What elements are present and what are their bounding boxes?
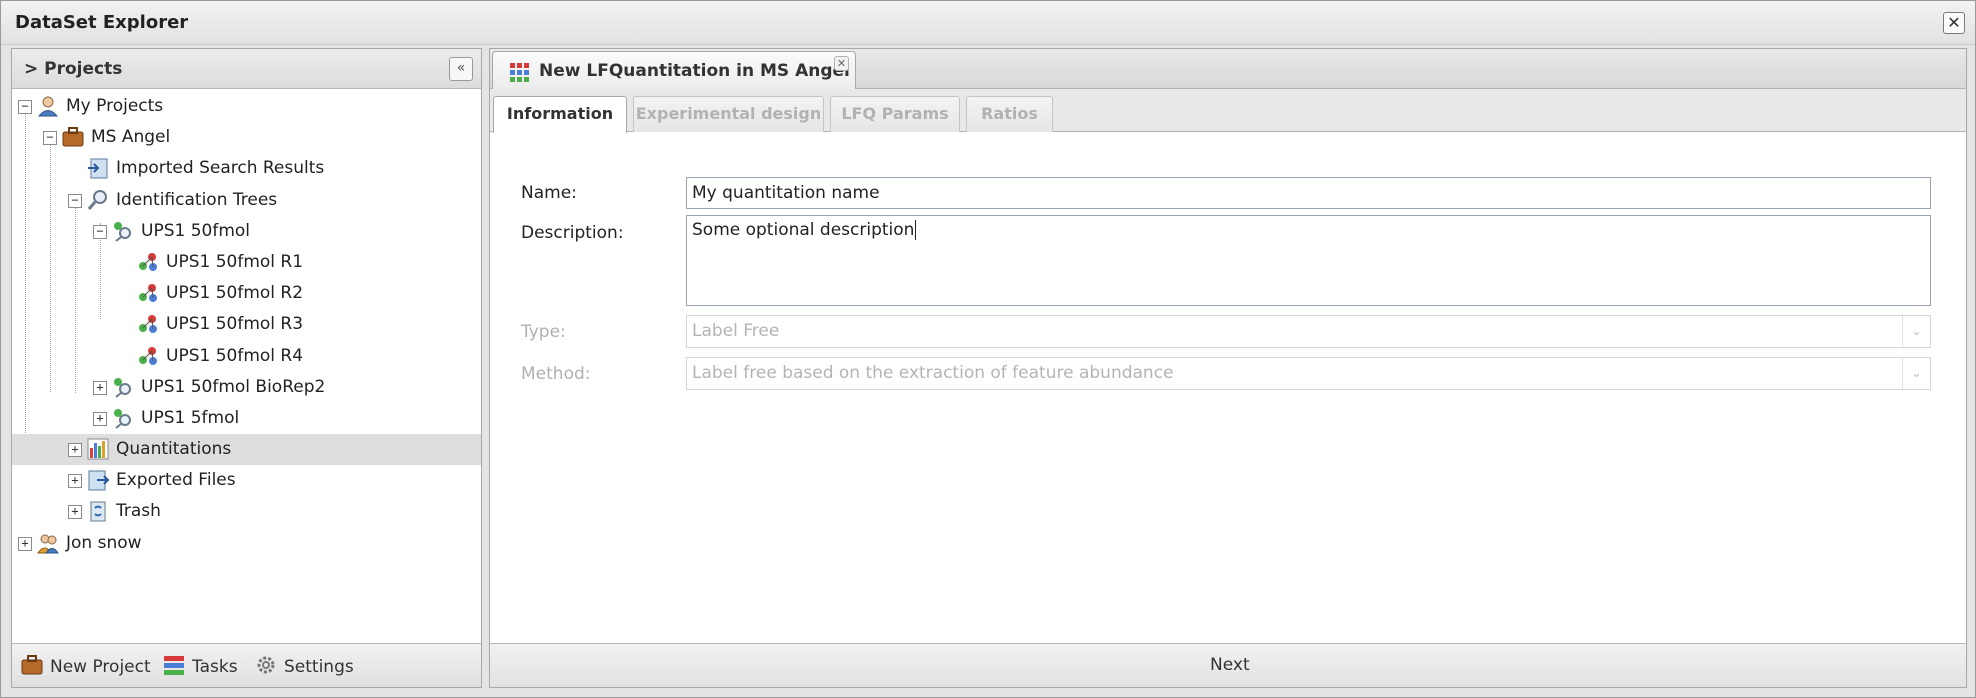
tab-lfq-params[interactable]: LFQ Params xyxy=(830,96,960,132)
tasks-button[interactable]: Tasks xyxy=(162,654,238,677)
grid-icon xyxy=(509,62,531,89)
window-titlebar: DataSet Explorer ✕ xyxy=(1,1,1975,45)
tree-node-ms-angel[interactable]: − MS Angel xyxy=(12,122,481,153)
dataset-search-icon xyxy=(111,407,135,431)
method-label: Method: xyxy=(521,364,591,384)
briefcase-icon xyxy=(61,126,85,150)
projects-header: > Projects « xyxy=(12,49,481,89)
collapse-toggle-icon[interactable]: − xyxy=(43,131,57,146)
tree-node-quantitations[interactable]: + Quantitations xyxy=(12,434,481,466)
expand-toggle-icon[interactable]: + xyxy=(18,536,32,551)
close-tab-icon[interactable]: ✕ xyxy=(834,56,849,71)
tree-node-trash[interactable]: + Trash xyxy=(12,496,481,527)
expand-toggle-icon[interactable]: + xyxy=(68,505,82,520)
molecule-icon xyxy=(136,313,160,337)
molecule-icon xyxy=(136,282,160,306)
wizard-tabs: Information Experimental design LFQ Para… xyxy=(490,89,1966,133)
document-tab-bar: New LFQuantitation in MS Angel ✕ xyxy=(490,49,1966,89)
name-label: Name: xyxy=(521,183,577,203)
briefcase-icon xyxy=(21,655,43,675)
document-panel: New LFQuantitation in MS Angel ✕ Informa… xyxy=(489,48,1967,688)
molecule-icon xyxy=(136,251,160,275)
tree-node-exported-files[interactable]: + Exported Files xyxy=(12,465,481,496)
project-tree: − My Projects − MS Angel Imported Search… xyxy=(12,91,481,639)
dataset-explorer-window: DataSet Explorer ✕ > Projects « − My Pro… xyxy=(0,0,1976,698)
magnifier-icon xyxy=(86,189,110,213)
bar-chart-icon xyxy=(86,438,110,462)
projects-panel: > Projects « − My Projects − MS Angel Im… xyxy=(11,48,482,688)
tab-information[interactable]: Information xyxy=(493,96,627,133)
tab-title: New LFQuantitation in MS Angel xyxy=(539,61,850,81)
molecule-icon xyxy=(136,345,160,369)
tree-node-jon-snow[interactable]: + Jon snow xyxy=(12,528,481,559)
tree-node-imported-search-results[interactable]: Imported Search Results xyxy=(12,153,481,184)
method-select[interactable]: Label free based on the extraction of fe… xyxy=(686,357,1931,390)
settings-button[interactable]: Settings xyxy=(254,654,354,677)
collapse-toggle-icon[interactable]: − xyxy=(18,100,32,114)
tree-node-ups1-50fmol-r4[interactable]: UPS1 50fmol R4 xyxy=(12,341,481,372)
tab-ratios[interactable]: Ratios xyxy=(966,96,1053,132)
trash-icon xyxy=(86,500,110,524)
tree-node-my-projects[interactable]: − My Projects xyxy=(12,91,481,122)
tree-node-ups1-5fmol[interactable]: + UPS1 5fmol xyxy=(12,403,481,434)
type-select[interactable]: Label Free ⌄ xyxy=(686,315,1931,348)
users-icon xyxy=(36,532,60,556)
tree-node-identification-trees[interactable]: − Identification Trees xyxy=(12,185,481,216)
collapse-toggle-icon[interactable]: − xyxy=(93,224,107,239)
new-project-button[interactable]: New Project xyxy=(20,654,151,677)
import-icon xyxy=(86,157,110,181)
projects-footer: New Project Tasks Settings xyxy=(12,643,481,687)
expand-toggle-icon[interactable]: + xyxy=(93,411,107,426)
chevron-down-icon[interactable]: ⌄ xyxy=(1902,358,1930,389)
tree-node-ups1-50fmol-r2[interactable]: UPS1 50fmol R2 xyxy=(12,278,481,309)
gear-icon xyxy=(257,656,275,674)
close-icon[interactable]: ✕ xyxy=(1943,12,1965,34)
tree-node-ups1-50fmol-biorep2[interactable]: + UPS1 50fmol BioRep2 xyxy=(12,372,481,403)
tree-node-ups1-50fmol-r3[interactable]: UPS1 50fmol R3 xyxy=(12,309,481,340)
tab-experimental-design[interactable]: Experimental design xyxy=(633,96,824,132)
collapse-panel-button[interactable]: « xyxy=(449,57,473,81)
window-title: DataSet Explorer xyxy=(15,12,189,33)
description-textarea[interactable]: Some optional description xyxy=(686,215,1931,306)
type-label: Type: xyxy=(521,322,566,342)
collapse-toggle-icon[interactable]: − xyxy=(68,193,82,208)
dataset-search-icon xyxy=(111,220,135,244)
wizard-footer: Next xyxy=(490,643,1966,687)
export-icon xyxy=(86,469,110,493)
name-input[interactable]: My quantitation name xyxy=(686,177,1931,209)
description-label: Description: xyxy=(521,223,624,243)
expand-toggle-icon[interactable]: + xyxy=(68,474,82,489)
tab-new-lfquantitation[interactable]: New LFQuantitation in MS Angel ✕ xyxy=(492,51,856,89)
next-button[interactable]: Next xyxy=(1210,655,1250,675)
chevron-down-icon[interactable]: ⌄ xyxy=(1902,316,1930,347)
dataset-search-icon xyxy=(111,376,135,400)
user-icon xyxy=(36,95,60,119)
tree-node-ups1-50fmol[interactable]: − UPS1 50fmol xyxy=(12,216,481,247)
expand-toggle-icon[interactable]: + xyxy=(68,443,82,458)
tasks-icon xyxy=(164,656,184,675)
tree-node-ups1-50fmol-r1[interactable]: UPS1 50fmol R1 xyxy=(12,247,481,278)
projects-title: > Projects xyxy=(24,59,123,79)
expand-toggle-icon[interactable]: + xyxy=(93,380,107,395)
